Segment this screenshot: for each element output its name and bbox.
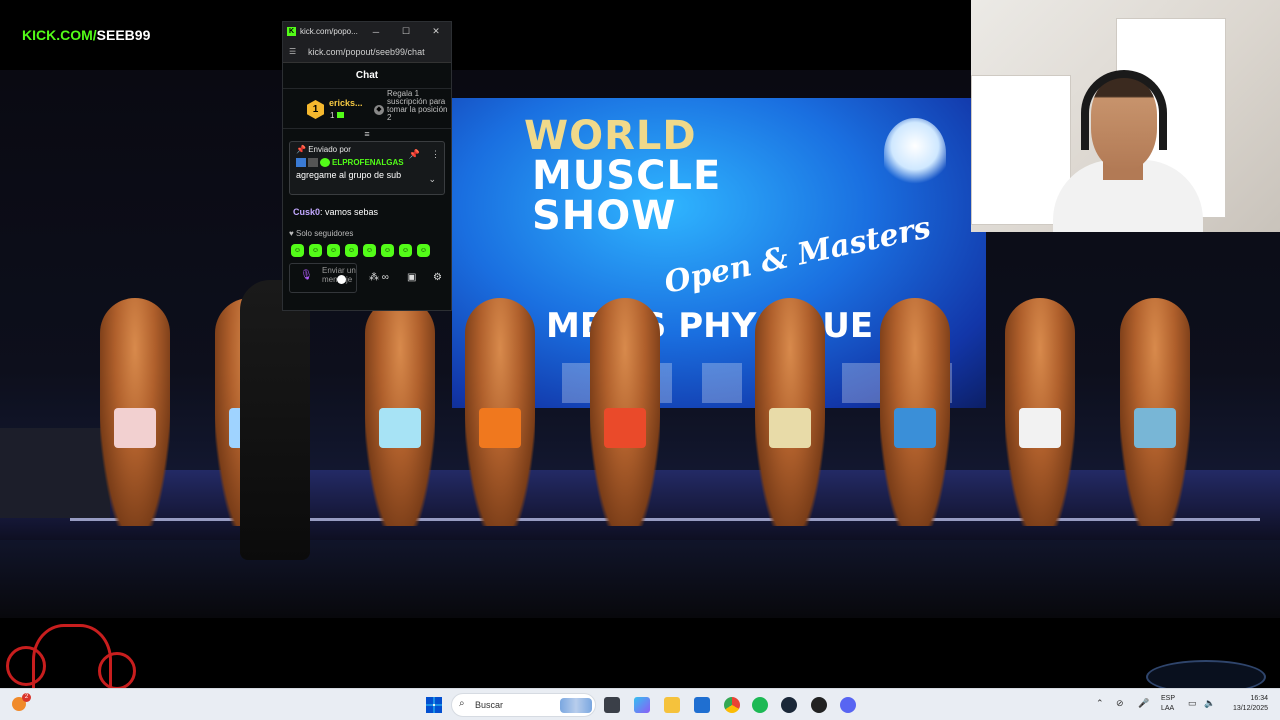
microphone-icon[interactable]: 🎤 (1138, 698, 1149, 709)
app-icon[interactable] (811, 697, 827, 713)
task-view-icon[interactable] (604, 697, 620, 713)
gift-icon: ◆ (374, 105, 384, 115)
site-settings-icon[interactable]: ☰ (289, 47, 299, 56)
mic-icon[interactable]: 🎙 (300, 270, 313, 281)
gear-icon[interactable]: ⚙ (433, 272, 442, 283)
chat-message-text: vamos sebas (325, 207, 379, 217)
emote-icon[interactable]: ☺ (417, 244, 430, 257)
athlete (880, 298, 950, 526)
clock[interactable]: 16:34 13/12/2025 (1224, 694, 1268, 714)
widgets-icon[interactable] (634, 697, 650, 713)
chat-message-user[interactable]: Cusk0 (293, 207, 320, 217)
emoji-icon[interactable] (337, 275, 346, 284)
channel-url-overlay: KICK.COM/SEEB99 (22, 27, 150, 43)
address-url: kick.com/popout/seeb99/chat (308, 46, 425, 57)
chat-message: Cusk0: vamos sebas (293, 207, 379, 217)
webcam-feed (971, 0, 1280, 232)
maximize-button[interactable]: ☐ (391, 26, 421, 37)
clock-time: 16:34 (1250, 695, 1268, 702)
athlete (465, 298, 535, 526)
pinned-text: agregame al grupo de sub (296, 170, 402, 180)
followers-only-notice: ♥ Solo seguidores (289, 229, 354, 238)
channel-url-prefix: KICK.COM/ (22, 27, 97, 43)
clock-date: 13/12/2025 (1232, 705, 1268, 712)
close-button[interactable]: ✕ (421, 26, 451, 37)
followers-only-label: Solo seguidores (295, 229, 354, 238)
sub-icon (337, 112, 345, 118)
emote-icon[interactable]: ☺ (345, 244, 358, 257)
gift-button-icon[interactable]: ▣ (407, 272, 416, 283)
taskbar-search[interactable]: ⌕ Buscar (451, 693, 596, 717)
leaderboard-user[interactable]: ericks... (329, 98, 363, 108)
network-icon[interactable]: ▭ (1188, 698, 1197, 709)
taskbar: 2 ⌕ Buscar ⌃ ⊘ 🎤 ESP LAA ▭ 🔈 16:34 13/12/2… (0, 688, 1280, 720)
channel-url-name: SEEB99 (96, 27, 151, 43)
tools-icon[interactable]: ⁂ ∞ (369, 272, 389, 283)
search-placeholder: Buscar (475, 700, 504, 710)
store-icon[interactable] (694, 697, 710, 713)
pin-icon[interactable]: 📌 (409, 149, 420, 160)
screen-root: WORLD MUSCLE SHOW Open & Masters MEN'S P… (0, 0, 1280, 720)
language-code: ESP (1161, 695, 1176, 702)
address-bar[interactable]: ☰ kick.com/popout/seeb99/chat (283, 41, 451, 63)
screen-title-world: WORLD (524, 113, 697, 159)
leaderboard-gift-text[interactable]: Regala 1 suscripción para tomar la posic… (387, 90, 449, 122)
file-explorer-icon[interactable] (664, 697, 680, 713)
screen-subtitle: Open & Masters (661, 210, 934, 301)
emote-icon[interactable]: ☺ (309, 244, 322, 257)
collapse-chevron-icon[interactable]: ≡ (283, 129, 451, 141)
chrome-icon[interactable] (724, 697, 740, 713)
chat-header: Chat (283, 63, 451, 89)
athlete (1005, 298, 1075, 526)
discord-icon[interactable] (840, 697, 856, 713)
start-button[interactable] (426, 697, 442, 713)
window-title: kick.com/popo... (300, 27, 358, 36)
tray-icon[interactable]: ⊘ (1116, 698, 1124, 709)
pinned-message[interactable]: 📌 Enviado por ELPROFENALGAS agregame al … (289, 141, 445, 195)
trophy-table (0, 428, 110, 518)
kick-logo-icon: K (287, 27, 296, 36)
emote-icon[interactable]: ☺ (399, 244, 412, 257)
chevron-down-icon[interactable]: ⌄ (428, 174, 436, 185)
minimize-button[interactable]: ─ (361, 27, 391, 37)
weather-badge: 2 (22, 693, 31, 702)
search-highlight-image (560, 698, 592, 713)
leaderboard-rank-badge: 1 (307, 100, 324, 119)
more-options-icon[interactable]: ⋮ (431, 149, 440, 160)
emote-icon[interactable]: ☺ (381, 244, 394, 257)
leaderboard-count: 1 (330, 111, 345, 120)
pinned-username[interactable]: ELPROFENALGAS (332, 158, 404, 167)
emote-icon[interactable]: ☺ (291, 244, 304, 257)
badge-icon (308, 158, 318, 167)
headphones-icon (1081, 70, 1167, 150)
keyboard-layout: LAA (1161, 705, 1175, 712)
verified-icon (320, 158, 330, 167)
athlete (590, 298, 660, 526)
tray-overflow-icon[interactable]: ⌃ (1096, 698, 1104, 709)
screen-emblem-icon (884, 118, 946, 188)
badge-icon (296, 158, 306, 167)
window-titlebar[interactable]: K kick.com/popo... ─ ☐ ✕ (283, 22, 451, 41)
search-icon: ⌕ (459, 698, 465, 709)
steam-icon[interactable] (781, 697, 797, 713)
pinned-sent-by-label: Enviado por (308, 145, 351, 154)
screen-title-show: SHOW (532, 193, 677, 239)
athlete (100, 298, 170, 526)
stage-official (240, 280, 310, 560)
emote-icon[interactable]: ☺ (327, 244, 340, 257)
emote-icon[interactable]: ☺ (363, 244, 376, 257)
volume-icon[interactable]: 🔈 (1204, 698, 1215, 709)
chat-input-row: 🎙 Enviar un mensaje ⁂ ∞ ▣ ⚙ (283, 263, 451, 293)
language-indicator[interactable]: ESP LAA (1161, 694, 1175, 714)
athlete (755, 298, 825, 526)
athlete (1120, 298, 1190, 526)
screen-title-muscle: MUSCLE (532, 153, 722, 199)
emote-bar: ☺ ☺ ☺ ☺ ☺ ☺ ☺ ☺ (291, 244, 451, 257)
athlete (365, 298, 435, 526)
gift-leaderboard[interactable]: 1 ericks... 1 ◆ Regala 1 suscripción par… (283, 89, 451, 129)
chat-popout-window[interactable]: K kick.com/popo... ─ ☐ ✕ ☰ kick.com/popo… (282, 21, 452, 311)
spotify-icon[interactable] (752, 697, 768, 713)
leaderboard-count-value: 1 (330, 111, 335, 120)
